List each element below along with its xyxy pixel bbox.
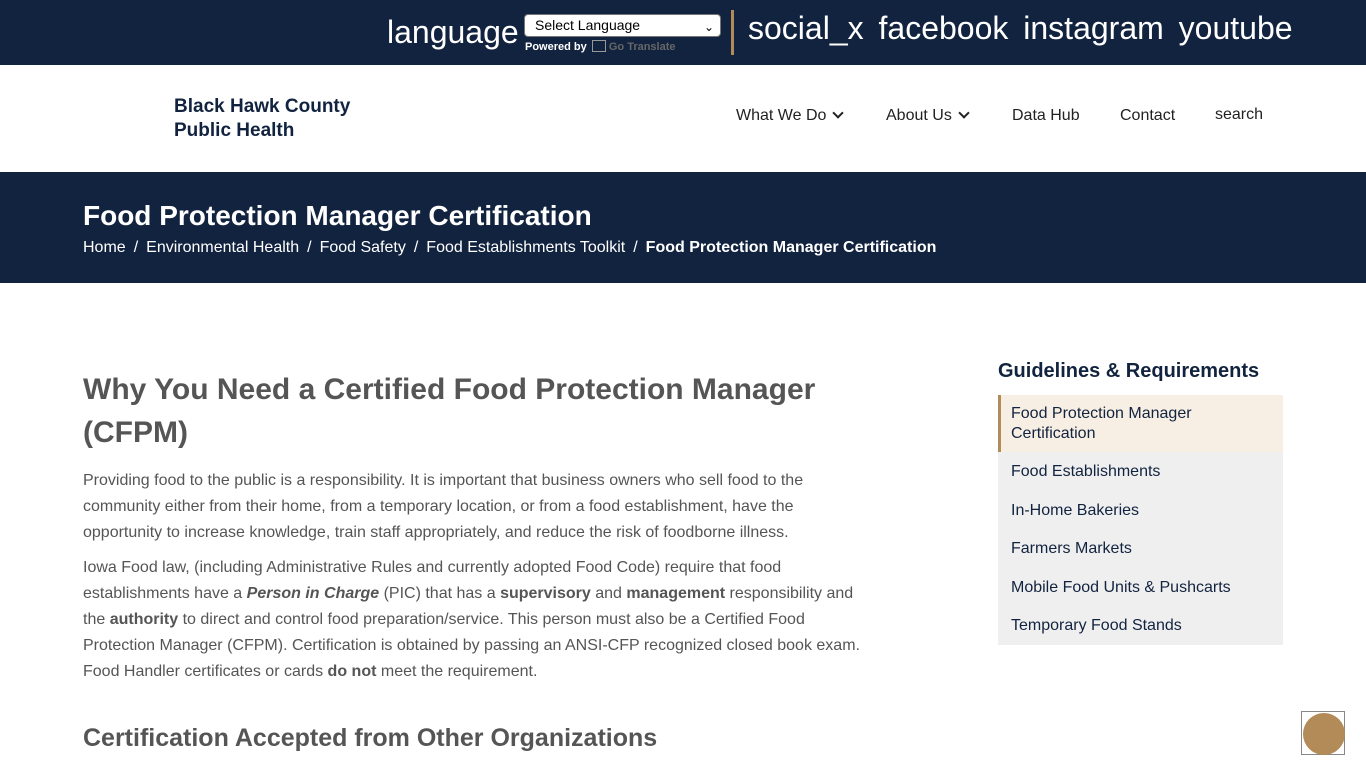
main-content: Why You Need a Certified Food Protection… — [83, 368, 873, 752]
breadcrumb-current: Food Protection Manager Certification — [645, 239, 937, 256]
nav-label: Contact — [1120, 107, 1176, 124]
instagram-link[interactable]: instagram — [1023, 10, 1164, 46]
breadcrumb-separator: / — [133, 239, 139, 256]
requirements-paragraph: Iowa Food law, (including Administrative… — [83, 555, 873, 684]
translate-link[interactable]: Go Translate — [609, 41, 676, 53]
page-title: Food Protection Manager Certification — [83, 200, 592, 231]
nav-label: What We Do — [736, 107, 827, 124]
page-hero: Food Protection Manager Certification Ho… — [0, 172, 1366, 283]
sidebar-item-food-protection-manager-certification[interactable]: Food Protection Manager Certification — [998, 395, 1283, 452]
nav-about-us[interactable]: About Us — [886, 107, 970, 125]
accessibility-icon — [1303, 713, 1345, 755]
powered-by-label: Powered by — [525, 41, 587, 53]
logo-line-1: Black Hawk County — [174, 96, 351, 117]
chevron-down-icon: ⌄ — [703, 20, 714, 34]
text-segment: and — [590, 585, 627, 603]
breadcrumb-separator: / — [307, 239, 312, 256]
section-heading: Why You Need a Certified Food Protection… — [83, 373, 816, 449]
chevron-down-icon — [958, 107, 970, 119]
sidebar-item-mobile-food-units[interactable]: Mobile Food Units & Pushcarts — [998, 568, 1283, 607]
nav-what-we-do[interactable]: What We Do — [736, 107, 845, 125]
breadcrumb-environmental-health[interactable]: Environmental Health — [146, 239, 299, 256]
emphasis-supervisory: supervisory — [500, 585, 591, 603]
emphasis-management: management — [626, 585, 726, 603]
youtube-link[interactable]: youtube — [1179, 10, 1293, 46]
sidebar-menu: Food Protection Manager Certification Fo… — [998, 395, 1283, 645]
breadcrumb-home[interactable]: Home — [83, 239, 126, 256]
emphasis-person-in-charge: Person in Charge — [246, 585, 380, 603]
breadcrumb-separator: / — [413, 239, 419, 256]
nav-search[interactable]: search — [1215, 106, 1263, 124]
sidebar-item-temporary-food-stands[interactable]: Temporary Food Stands — [998, 606, 1283, 645]
language-label: language — [387, 14, 519, 50]
breadcrumb: Home / Environmental Health / Food Safety / Fo… — [83, 239, 936, 257]
google-logo-icon — [591, 40, 606, 52]
social-links: social_x facebook instagram youtube — [748, 9, 1299, 47]
social-x-link[interactable]: social_x — [748, 10, 864, 46]
text-segment: (PIC) that has a — [379, 585, 501, 603]
breadcrumb-separator: / — [633, 239, 638, 256]
subsection-heading: Certification Accepted from Other Organi… — [83, 724, 658, 752]
nav-label: About Us — [886, 107, 952, 124]
facebook-link[interactable]: facebook — [879, 10, 1009, 46]
nav-label: Data Hub — [1012, 107, 1080, 124]
emphasis-do-not: do not — [327, 662, 377, 680]
top-divider — [731, 10, 734, 55]
nav-contact[interactable]: Contact — [1120, 107, 1175, 125]
emphasis-authority: authority — [109, 610, 179, 628]
language-select-value: Select Language — [535, 17, 641, 33]
site-logo[interactable]: Black Hawk County Public Health — [174, 95, 350, 143]
top-utility-bar: language Select Language ⌄ Powered by Go… — [0, 0, 1366, 65]
language-select[interactable]: Select Language ⌄ — [524, 14, 721, 37]
sidebar: Guidelines & Requirements Food Protectio… — [998, 358, 1283, 645]
sidebar-item-food-establishments[interactable]: Food Establishments — [998, 452, 1283, 491]
search-label: search — [1215, 106, 1264, 123]
breadcrumb-food-safety[interactable]: Food Safety — [320, 239, 406, 256]
chevron-down-icon — [832, 107, 845, 119]
sidebar-item-in-home-bakeries[interactable]: In-Home Bakeries — [998, 491, 1283, 530]
site-header: Black Hawk County Public Health What We … — [0, 65, 1366, 172]
breadcrumb-food-establishments-toolkit[interactable]: Food Establishments Toolkit — [426, 239, 625, 256]
powered-by-google-translate: Powered by Go Translate — [525, 40, 676, 53]
sidebar-title: Guidelines & Requirements — [998, 360, 1260, 382]
text-segment: meet the requirement. — [376, 662, 538, 680]
accessibility-widget-button[interactable] — [1301, 711, 1345, 755]
nav-data-hub[interactable]: Data Hub — [1012, 107, 1080, 125]
sidebar-item-farmers-markets[interactable]: Farmers Markets — [998, 529, 1283, 568]
intro-paragraph: Providing food to the public is a respon… — [83, 472, 804, 541]
logo-line-2: Public Health — [174, 120, 295, 141]
